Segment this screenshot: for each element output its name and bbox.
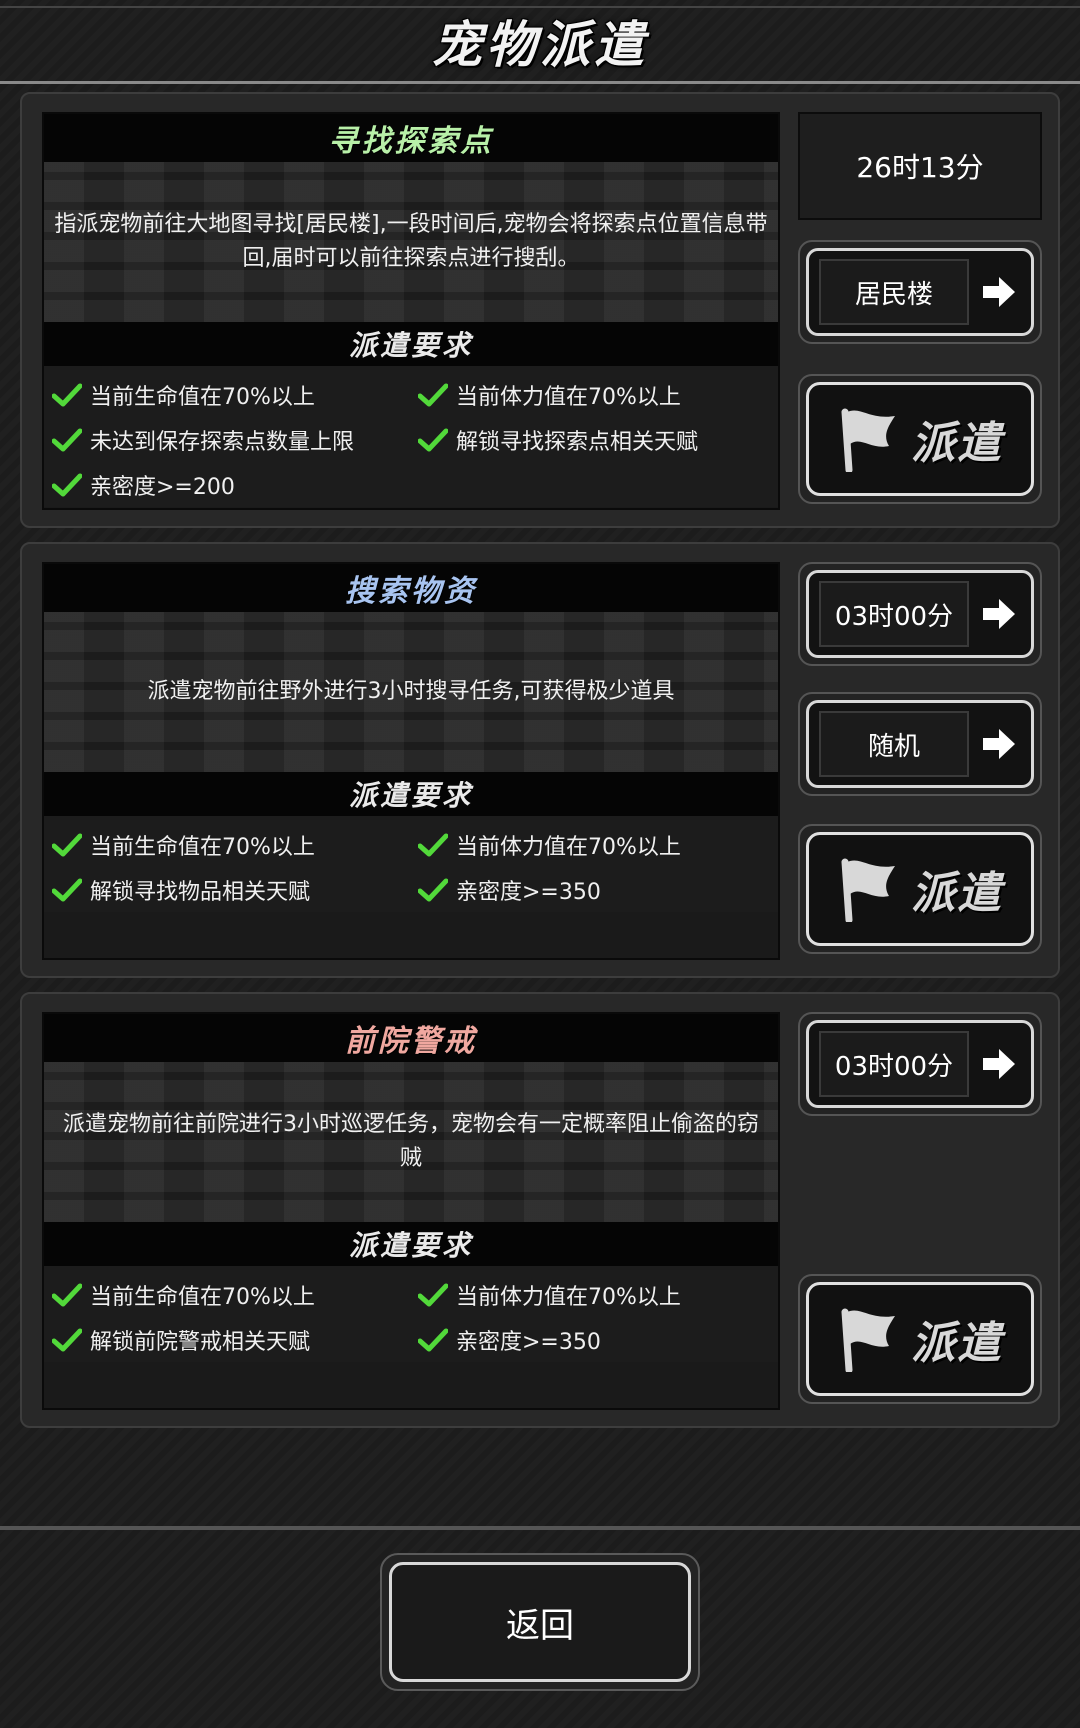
card-front-yard-guard: 前院警戒 派遣宠物前往前院进行3小时巡逻任务，宠物会有一定概率阻止偷盗的窃贼 派…	[20, 992, 1060, 1428]
requirement-item: 未达到保存探索点数量上限	[52, 417, 418, 462]
card-description: 指派宠物前往大地图寻找[居民楼],一段时间后,宠物会将探索点位置信息带回,届时可…	[44, 162, 778, 322]
time-select-button[interactable]: 03时00分	[798, 1012, 1042, 1116]
requirement-item: 亲密度>=350	[418, 1317, 778, 1362]
target-value: 居民楼	[819, 259, 969, 325]
footer-divider	[0, 1526, 1080, 1530]
timer-display: 26时13分	[798, 112, 1042, 220]
dispatch-inner: 派遣	[806, 382, 1034, 496]
time-select-button[interactable]: 03时00分	[798, 562, 1042, 666]
requirements-title: 派遣要求	[348, 329, 473, 362]
dispatch-inner: 派遣	[806, 832, 1034, 946]
check-icon	[418, 428, 448, 451]
requirement-item: 解锁寻找探索点相关天赋	[418, 417, 778, 462]
dispatch-label: 派遣	[911, 868, 1003, 919]
dispatch-label: 派遣	[911, 1318, 1003, 1369]
requirement-item: 亲密度>=350	[418, 867, 778, 912]
time-value: 03时00分	[819, 1031, 969, 1097]
card-title: 前院警戒	[345, 1024, 477, 1059]
card-title: 搜索物资	[345, 574, 477, 609]
check-icon	[418, 878, 448, 901]
card-description: 派遣宠物前往野外进行3小时搜寻任务,可获得极少道具	[44, 612, 778, 772]
requirements-title-bar: 派遣要求	[44, 772, 778, 816]
check-icon	[52, 1283, 82, 1306]
target-select-inner: 居民楼	[806, 248, 1034, 336]
card-info: 前院警戒 派遣宠物前往前院进行3小时巡逻任务，宠物会有一定概率阻止偷盗的窃贼 派…	[42, 1012, 780, 1410]
card-find-exploration-point: 寻找探索点 指派宠物前往大地图寻找[居民楼],一段时间后,宠物会将探索点位置信息…	[20, 92, 1060, 528]
check-icon	[418, 383, 448, 406]
card-title-bar: 搜索物资	[44, 564, 778, 612]
arrow-right-icon	[983, 277, 1015, 307]
check-icon	[52, 1328, 82, 1351]
check-icon	[52, 878, 82, 901]
card-info: 寻找探索点 指派宠物前往大地图寻找[居民楼],一段时间后,宠物会将探索点位置信息…	[42, 112, 780, 510]
back-label: 返回	[389, 1562, 691, 1682]
requirement-item: 亲密度>=200	[52, 462, 418, 507]
flag-icon	[841, 408, 895, 472]
requirement-item: 解锁前院警戒相关天赋	[52, 1317, 418, 1362]
card-search-supplies: 搜索物资 派遣宠物前往野外进行3小时搜寻任务,可获得极少道具 派遣要求 当前生命…	[20, 542, 1060, 978]
requirements-title: 派遣要求	[348, 779, 473, 812]
requirements-list: 当前生命值在70%以上 当前体力值在70%以上 未达到保存探索点数量上限 解锁寻…	[44, 366, 778, 507]
dispatch-button[interactable]: 派遣	[798, 374, 1042, 504]
check-icon	[52, 473, 82, 496]
dispatch-inner: 派遣	[806, 1282, 1034, 1396]
back-button[interactable]: 返回	[380, 1553, 700, 1691]
flag-icon	[841, 1308, 895, 1372]
requirements-title-bar: 派遣要求	[44, 322, 778, 366]
flag-icon	[841, 858, 895, 922]
card-title-bar: 寻找探索点	[44, 114, 778, 162]
requirements-list: 当前生命值在70%以上 当前体力值在70%以上 解锁寻找物品相关天赋 亲密度>=…	[44, 816, 778, 912]
requirement-item: 当前体力值在70%以上	[418, 1272, 778, 1317]
check-icon	[52, 833, 82, 856]
check-icon	[418, 1328, 448, 1351]
target-select-button[interactable]: 居民楼	[798, 240, 1042, 344]
check-icon	[418, 1283, 448, 1306]
time-select-inner: 03时00分	[806, 570, 1034, 658]
time-value: 03时00分	[819, 581, 969, 647]
card-title-bar: 前院警戒	[44, 1014, 778, 1062]
dispatch-button[interactable]: 派遣	[798, 1274, 1042, 1404]
requirements-title: 派遣要求	[348, 1229, 473, 1262]
target-value: 随机	[819, 711, 969, 777]
card-title: 寻找探索点	[328, 124, 494, 159]
check-icon	[52, 383, 82, 406]
requirement-item: 当前生命值在70%以上	[52, 1272, 418, 1317]
requirement-item: 当前体力值在70%以上	[418, 372, 778, 417]
target-select-button[interactable]: 随机	[798, 692, 1042, 796]
arrow-right-icon	[983, 1049, 1015, 1079]
header: 宠物派遣	[0, 0, 1080, 84]
arrow-right-icon	[983, 599, 1015, 629]
requirements-title-bar: 派遣要求	[44, 1222, 778, 1266]
requirement-item: 当前生命值在70%以上	[52, 372, 418, 417]
check-icon	[52, 428, 82, 451]
requirement-item: 当前体力值在70%以上	[418, 822, 778, 867]
card-description: 派遣宠物前往前院进行3小时巡逻任务，宠物会有一定概率阻止偷盗的窃贼	[44, 1062, 778, 1222]
page-title: 宠物派遣	[432, 15, 648, 74]
target-select-inner: 随机	[806, 700, 1034, 788]
time-select-inner: 03时00分	[806, 1020, 1034, 1108]
arrow-right-icon	[983, 729, 1015, 759]
requirement-item: 当前生命值在70%以上	[52, 822, 418, 867]
dispatch-button[interactable]: 派遣	[798, 824, 1042, 954]
requirement-item: 解锁寻找物品相关天赋	[52, 867, 418, 912]
check-icon	[418, 833, 448, 856]
requirements-list: 当前生命值在70%以上 当前体力值在70%以上 解锁前院警戒相关天赋 亲密度>=…	[44, 1266, 778, 1362]
dispatch-label: 派遣	[911, 418, 1003, 469]
card-info: 搜索物资 派遣宠物前往野外进行3小时搜寻任务,可获得极少道具 派遣要求 当前生命…	[42, 562, 780, 960]
